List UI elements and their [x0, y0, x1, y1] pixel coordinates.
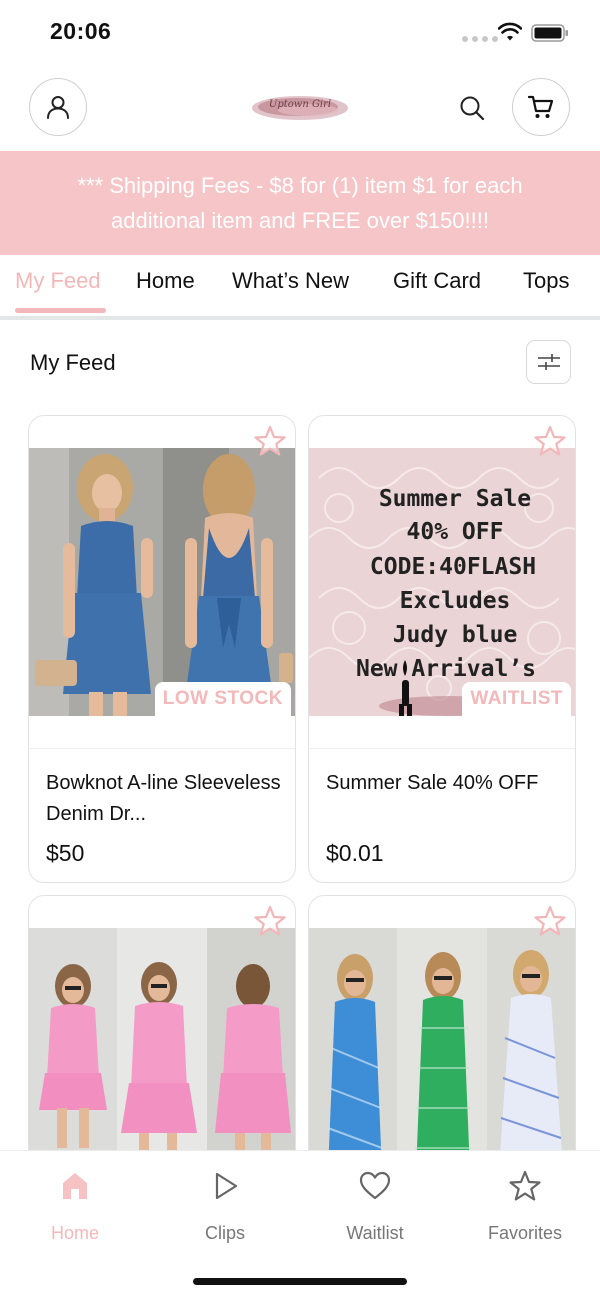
home-icon	[63, 1173, 87, 1199]
signal-icon	[462, 36, 498, 42]
play-icon	[215, 1172, 238, 1200]
logo-text: Uptown Girl	[268, 99, 332, 110]
tab-tops[interactable]: Tops	[523, 268, 569, 294]
denim-dress-photo	[29, 448, 295, 716]
product-image[interactable]: Summer Sale 40% OFF CODE:40FLASH Exclude…	[309, 448, 575, 716]
waitlist-badge: WAITLIST	[462, 682, 571, 716]
section-title: My Feed	[30, 350, 116, 375]
heart-icon	[359, 1171, 391, 1200]
product-card[interactable]: LOW STOCK Bowknot A-line Sleeveless Deni…	[28, 415, 296, 883]
product-price: $50	[46, 840, 85, 866]
tabs-divider	[0, 316, 600, 320]
product-name[interactable]: Bowknot A-line Sleeveless Denim Dr...	[46, 768, 282, 830]
nav-waitlist-label: Waitlist	[346, 1223, 404, 1243]
tab-gift-card[interactable]: Gift Card	[393, 268, 481, 294]
star-icon	[509, 1170, 541, 1201]
promo-line-4: Excludes	[400, 588, 511, 614]
home-indicator	[193, 1278, 407, 1285]
nav-clips-label: Clips	[204, 1223, 245, 1243]
promo-line-3: CODE:40FLASH	[370, 554, 536, 580]
search-icon	[460, 96, 485, 121]
product-price: $0.01	[326, 840, 384, 866]
promo-line-1: Summer Sale	[379, 486, 531, 512]
cart-button[interactable]	[512, 78, 570, 136]
favorite-star-icon[interactable]	[533, 424, 567, 458]
favorite-star-icon[interactable]	[253, 424, 287, 458]
promo-line-2: 40% OFF	[407, 519, 504, 545]
search-button[interactable]	[455, 91, 489, 125]
shipping-banner: *** Shipping Fees - $8 for (1) item $1 f…	[0, 151, 600, 255]
status-time: 20:06	[50, 18, 112, 44]
tab-my-feed[interactable]: My Feed	[15, 268, 101, 294]
nav-clips[interactable]: Clips	[170, 1169, 280, 1244]
nav-home[interactable]: Home	[20, 1169, 130, 1244]
tab-home[interactable]: Home	[136, 268, 195, 294]
nav-home-label: Home	[50, 1223, 99, 1243]
user-icon	[47, 96, 69, 119]
card-divider	[309, 748, 575, 749]
favorite-star-icon[interactable]	[533, 904, 567, 938]
wifi-icon	[498, 22, 522, 41]
product-card[interactable]: Summer Sale 40% OFF CODE:40FLASH Exclude…	[308, 415, 576, 883]
banner-text: *** Shipping Fees - $8 for (1) item $1 f…	[77, 173, 523, 233]
sale-promo-image: Summer Sale 40% OFF CODE:40FLASH Exclude…	[309, 448, 575, 716]
filter-button[interactable]	[526, 340, 571, 384]
product-name[interactable]: Summer Sale 40% OFF	[326, 768, 562, 799]
active-tab-indicator	[15, 308, 106, 313]
brand-logo[interactable]: Uptown Girl	[250, 88, 350, 128]
app-header: Uptown Girl	[0, 78, 600, 138]
sliders-icon	[537, 354, 560, 370]
promo-line-6: New Arrival’s	[356, 656, 536, 682]
product-image[interactable]: LOW STOCK	[29, 448, 295, 716]
nav-waitlist[interactable]: Waitlist	[320, 1169, 430, 1244]
nav-favorites-label: Favorites	[487, 1223, 563, 1243]
nav-favorites[interactable]: Favorites	[470, 1169, 580, 1244]
bottom-navigation: Home Clips Waitlist Favorites	[0, 1150, 600, 1299]
account-button[interactable]	[29, 78, 87, 136]
promo-line-5: Judy blue	[393, 622, 518, 648]
stock-badge: LOW STOCK	[154, 682, 291, 716]
status-bar: 20:06	[0, 0, 600, 66]
cart-icon	[527, 95, 554, 118]
favorite-star-icon[interactable]	[253, 904, 287, 938]
tab-whats-new[interactable]: What’s New	[232, 268, 349, 294]
card-divider	[29, 748, 295, 749]
category-tabs: My Feed Home What’s New Gift Card Tops	[0, 255, 600, 319]
battery-icon	[531, 24, 568, 42]
